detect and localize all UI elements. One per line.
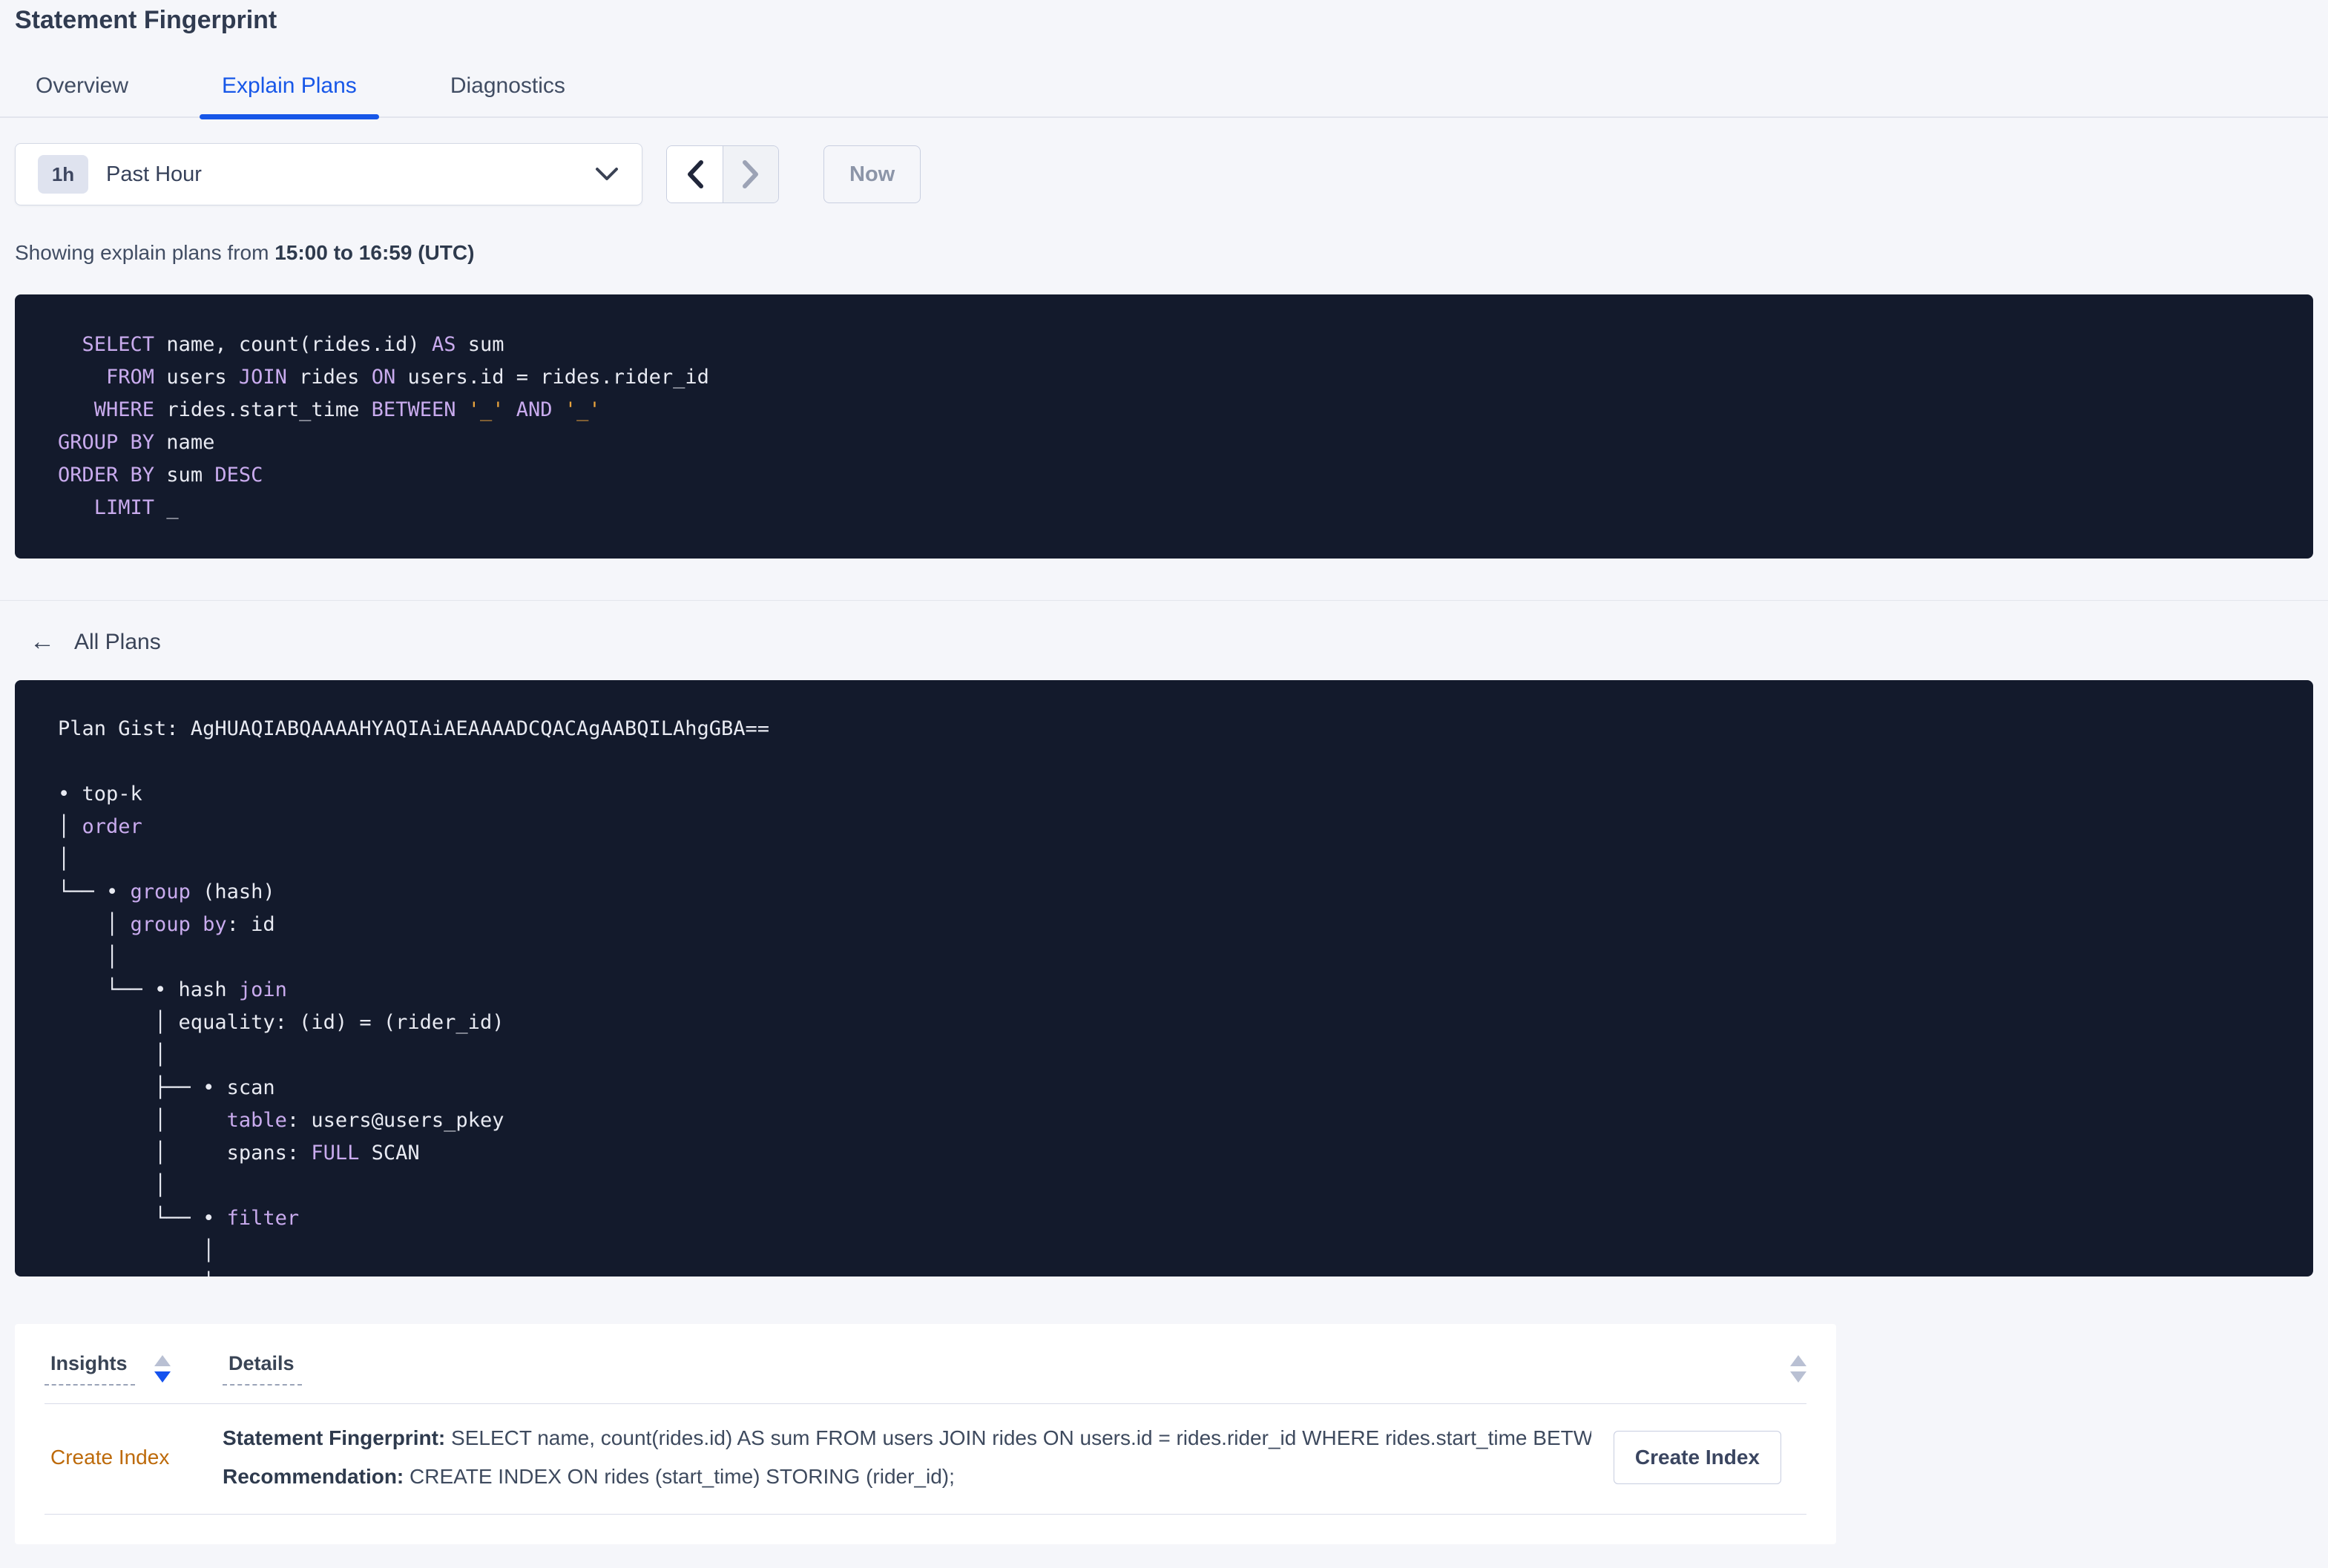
table-row: Create Index Statement Fingerprint: SELE… <box>45 1404 1806 1515</box>
insights-table: Insights Details Create Index Statement … <box>15 1324 1836 1544</box>
tab-bar: Overview Explain Plans Diagnostics <box>0 67 2328 119</box>
all-plans-label: All Plans <box>74 629 161 654</box>
chevron-down-icon <box>594 166 619 182</box>
details-header-label[interactable]: Details <box>223 1352 302 1386</box>
chevron-right-icon[interactable] <box>723 146 778 202</box>
time-controls: 1h Past Hour Now <box>15 143 2328 205</box>
tab-explain-plans[interactable]: Explain Plans <box>200 73 379 119</box>
recommendation-line: Recommendation: CREATE INDEX ON rides (s… <box>223 1465 955 1488</box>
insight-details: Statement Fingerprint: SELECT name, coun… <box>223 1425 1591 1490</box>
column-header-insights: Insights <box>45 1352 223 1386</box>
tab-diagnostics[interactable]: Diagnostics <box>450 73 565 116</box>
insights-table-header: Insights Details <box>45 1324 1806 1404</box>
page-title: Statement Fingerprint <box>15 6 277 34</box>
insight-type-label: Create Index <box>50 1446 170 1469</box>
time-range-badge: 1h <box>38 155 88 194</box>
time-range-label: Past Hour <box>106 162 202 186</box>
section-divider <box>0 600 2328 601</box>
sort-arrows-icon[interactable] <box>154 1355 171 1383</box>
row-action-cell: Create Index <box>1591 1431 1806 1484</box>
sql-statement-block: SELECT name, count(rides.id) AS sum FROM… <box>15 294 2313 559</box>
all-plans-back-link[interactable]: ← All Plans <box>30 627 161 656</box>
column-header-details: Details <box>223 1352 1806 1386</box>
time-range-dropdown[interactable]: 1h Past Hour <box>15 143 642 205</box>
now-button[interactable]: Now <box>823 145 921 203</box>
time-step-buttons <box>666 145 779 203</box>
create-index-button[interactable]: Create Index <box>1613 1431 1781 1484</box>
showing-range-value: 15:00 to 16:59 (UTC) <box>274 241 475 264</box>
arrow-left-icon: ← <box>30 627 55 656</box>
statement-fingerprint-line: Statement Fingerprint: SELECT name, coun… <box>223 1426 1591 1449</box>
chevron-left-icon[interactable] <box>667 146 723 202</box>
showing-range-text: Showing explain plans from 15:00 to 16:5… <box>15 241 475 264</box>
insights-header-label[interactable]: Insights <box>45 1352 135 1386</box>
tab-overview[interactable]: Overview <box>36 73 128 116</box>
plan-gist-block: Plan Gist: AgHUAQIABQAAAAHYAQIAiAEAAAADC… <box>15 680 2313 1277</box>
sort-arrows-icon[interactable] <box>1790 1355 1806 1383</box>
